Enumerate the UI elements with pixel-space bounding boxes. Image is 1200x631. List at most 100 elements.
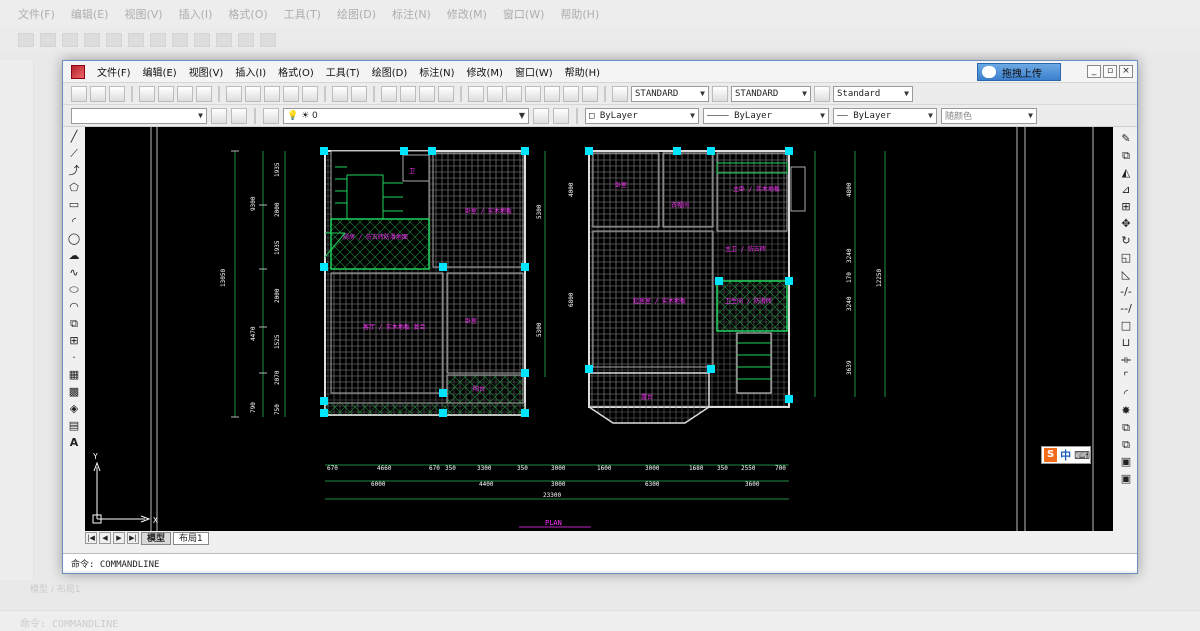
- menu-modify[interactable]: 修改(M): [467, 64, 503, 79]
- restore-icon[interactable]: ▫: [1103, 65, 1117, 78]
- circle-icon[interactable]: ◯: [67, 231, 81, 246]
- line-icon[interactable]: ╱: [67, 129, 81, 144]
- tab-first-icon[interactable]: |◀: [85, 532, 97, 544]
- draworder-front-icon[interactable]: ⧉: [1119, 420, 1133, 435]
- copy-icon[interactable]: [245, 85, 261, 102]
- menu-format[interactable]: 格式(O): [278, 64, 314, 79]
- markup-icon[interactable]: [544, 85, 560, 102]
- tab-layout1[interactable]: 布局1: [173, 531, 209, 545]
- hatch-icon[interactable]: ▦: [67, 367, 81, 382]
- ime-indicator[interactable]: S 中 ⌨: [1041, 446, 1091, 464]
- multiline-text-icon[interactable]: A: [67, 435, 81, 450]
- move-icon[interactable]: ✥: [1119, 216, 1133, 231]
- explode-icon[interactable]: ✸: [1119, 403, 1133, 418]
- menu-draw[interactable]: 绘图(D): [372, 64, 408, 79]
- minimize-icon[interactable]: _: [1087, 65, 1101, 78]
- undo-icon[interactable]: [332, 85, 348, 102]
- draworder-back-icon[interactable]: ⧉: [1119, 437, 1133, 452]
- join-icon[interactable]: ⊔: [1119, 335, 1133, 350]
- menu-edit[interactable]: 编辑(E): [143, 64, 177, 79]
- layer-select[interactable]: 💡 ☀ 0 ▼: [283, 107, 529, 124]
- polygon-icon[interactable]: ⬠: [67, 180, 81, 195]
- ellipse-arc-icon[interactable]: ◠: [67, 299, 81, 314]
- spline-icon[interactable]: ∿: [67, 265, 81, 280]
- workspace-select[interactable]: ▼: [71, 107, 207, 124]
- tab-prev-icon[interactable]: ◀: [99, 532, 111, 544]
- mirror-icon[interactable]: ◭: [1119, 165, 1133, 180]
- new-icon[interactable]: [71, 85, 87, 102]
- layer-previous-icon[interactable]: [553, 107, 569, 124]
- revcloud-icon[interactable]: ☁: [67, 248, 81, 263]
- designcenter-icon[interactable]: [487, 85, 503, 102]
- match-icon[interactable]: [283, 85, 299, 102]
- menu-help[interactable]: 帮助(H): [565, 64, 600, 79]
- break-icon[interactable]: □: [1119, 318, 1133, 333]
- menu-insert[interactable]: 插入(I): [235, 64, 266, 79]
- stretch-icon[interactable]: ◺: [1119, 267, 1133, 282]
- zoom-realtime-icon[interactable]: [381, 85, 397, 102]
- menu-tools[interactable]: 工具(T): [326, 64, 360, 79]
- construction-line-icon[interactable]: ⟋: [67, 146, 81, 161]
- make-block-icon[interactable]: ⊞: [67, 333, 81, 348]
- workspace-settings-icon[interactable]: [211, 107, 227, 124]
- color-select[interactable]: □ ByLayer ▼: [585, 107, 699, 124]
- tab-next-icon[interactable]: ▶: [113, 532, 125, 544]
- close-icon[interactable]: ×: [1119, 65, 1133, 78]
- tab-model[interactable]: 模型: [141, 531, 172, 545]
- fillet-arc-icon[interactable]: ◜: [1119, 386, 1133, 401]
- table-style-select[interactable]: Standard ▼: [833, 85, 913, 102]
- copy-object-icon[interactable]: ⧉: [1119, 148, 1133, 163]
- menu-window[interactable]: 窗口(W): [515, 64, 553, 79]
- trim-icon[interactable]: -/-: [1119, 284, 1133, 299]
- make-current-icon[interactable]: [533, 107, 549, 124]
- rotate-icon[interactable]: ↻: [1119, 233, 1133, 248]
- tab-last-icon[interactable]: ▶|: [127, 532, 139, 544]
- publish-icon[interactable]: [177, 85, 193, 102]
- polyline-icon[interactable]: ⤴: [67, 163, 81, 178]
- calculator-icon[interactable]: [563, 85, 579, 102]
- redo-icon[interactable]: [351, 85, 367, 102]
- sheetset-icon[interactable]: [525, 85, 541, 102]
- table-icon[interactable]: ▤: [67, 418, 81, 433]
- toolpalette-icon[interactable]: [506, 85, 522, 102]
- arc-icon[interactable]: ◜: [67, 214, 81, 229]
- paste-icon[interactable]: [264, 85, 280, 102]
- menu-view[interactable]: 视图(V): [189, 64, 224, 79]
- menu-dimension[interactable]: 标注(N): [419, 64, 454, 79]
- chamfer-icon[interactable]: ⟛: [1119, 352, 1133, 367]
- properties-icon[interactable]: [468, 85, 484, 102]
- offset-icon[interactable]: ⊿: [1119, 182, 1133, 197]
- lineweight-select[interactable]: —— ByLayer ▼: [833, 107, 937, 124]
- help-icon[interactable]: [582, 85, 598, 102]
- fillet-icon[interactable]: ⌜: [1119, 369, 1133, 384]
- command-line[interactable]: 命令: COMMANDLINE: [63, 553, 1137, 571]
- menu-file[interactable]: 文件(F): [97, 64, 131, 79]
- cut-icon[interactable]: [226, 85, 242, 102]
- rectangle-icon[interactable]: ▭: [67, 197, 81, 212]
- region-icon[interactable]: ◈: [67, 401, 81, 416]
- app-icon[interactable]: [71, 64, 85, 79]
- pan-icon[interactable]: [196, 85, 212, 102]
- plotstyle-select[interactable]: 随颜色 ▼: [941, 107, 1037, 124]
- draworder-above-icon[interactable]: ▣: [1119, 454, 1133, 469]
- zoom-window-icon[interactable]: [400, 85, 416, 102]
- insert-block-icon[interactable]: ⧉: [67, 316, 81, 331]
- linetype-select[interactable]: ———— ByLayer ▼: [703, 107, 829, 124]
- zoom-previous-icon[interactable]: [419, 85, 435, 102]
- scale-icon[interactable]: ◱: [1119, 250, 1133, 265]
- print-icon[interactable]: [139, 85, 155, 102]
- array-icon[interactable]: ⊞: [1119, 199, 1133, 214]
- open-icon[interactable]: [90, 85, 106, 102]
- gradient-icon[interactable]: ▩: [67, 384, 81, 399]
- drawing-canvas[interactable]: 卫卧室 / 实木地板 厨房 / 仿古砖防滑地面 客厅 / 实木地板 复合 卧室 阳台: [85, 127, 1113, 531]
- point-icon[interactable]: ·: [67, 350, 81, 365]
- erase-icon[interactable]: ✎: [1119, 131, 1133, 146]
- save-icon[interactable]: [109, 85, 125, 102]
- brush-icon[interactable]: [302, 85, 318, 102]
- text-style-select[interactable]: STANDARD ▼: [631, 85, 709, 102]
- layer-manager-icon[interactable]: [263, 107, 279, 124]
- drag-upload-button[interactable]: 拖拽上传: [977, 63, 1061, 81]
- extend-icon[interactable]: --/: [1119, 301, 1133, 316]
- ellipse-icon[interactable]: ⬭: [67, 282, 81, 297]
- zoom-extents-icon[interactable]: [438, 85, 454, 102]
